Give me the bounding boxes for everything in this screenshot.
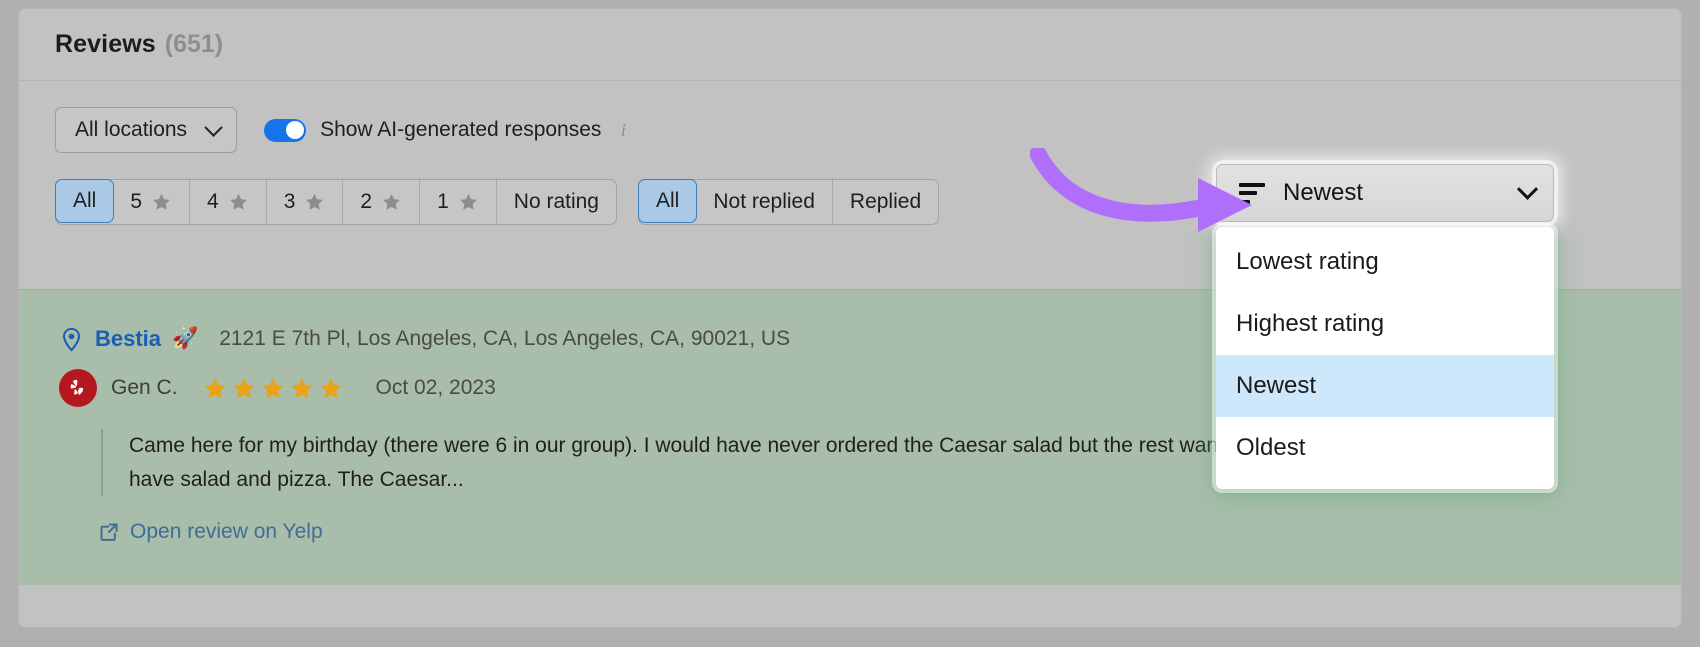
sort-option-highest-rating[interactable]: Highest rating	[1216, 293, 1554, 355]
star-icon	[306, 193, 324, 210]
rating-filter-no-rating[interactable]: No rating	[497, 180, 616, 224]
rating-filter-3[interactable]: 3	[267, 180, 344, 224]
chevron-down-icon	[1516, 178, 1539, 200]
rating-filter-5[interactable]: 5	[113, 180, 191, 224]
reply-filter-not-replied[interactable]: Not replied	[696, 180, 833, 224]
rating-filter-4[interactable]: 4	[190, 180, 267, 224]
external-link-icon	[100, 523, 118, 542]
sort-option-oldest[interactable]: Oldest	[1216, 417, 1554, 479]
star-icon	[291, 377, 312, 398]
reviews-count: (651)	[164, 30, 224, 58]
rating-stars	[202, 376, 344, 401]
rating-filter-label: 3	[283, 190, 296, 213]
ai-responses-toggle[interactable]	[264, 118, 307, 142]
review-date: Oct 02, 2023	[375, 376, 496, 399]
open-review-link-label: Open review on Yelp	[130, 520, 323, 544]
panel-header: Reviews (651)	[19, 9, 1681, 81]
rating-filter-2[interactable]: 2	[343, 180, 421, 224]
yelp-logo-icon	[59, 369, 97, 407]
star-icon	[459, 193, 477, 210]
review-text: Came here for my birthday (there were 6 …	[101, 429, 1281, 497]
star-icon	[204, 377, 225, 398]
ai-responses-toggle-group: Show AI-generated responses i	[264, 118, 631, 142]
location-select-value: All locations	[75, 118, 188, 141]
location-pin-icon	[62, 327, 81, 352]
rating-filter-1[interactable]: 1	[420, 180, 497, 224]
rating-filter-label: 1	[437, 190, 449, 213]
business-address: 2121 E 7th Pl, Los Angeles, CA, Los Ange…	[219, 327, 791, 350]
star-icon	[383, 193, 400, 210]
page-title: Reviews	[55, 30, 156, 58]
rating-filter-group: All 5 4 3 2 1 No rating	[55, 179, 617, 225]
rocket-icon: 🚀	[172, 327, 199, 350]
star-icon	[229, 193, 247, 210]
sort-descending-icon	[1239, 182, 1265, 204]
chevron-down-icon	[204, 117, 223, 137]
business-name[interactable]: Bestia	[95, 326, 161, 352]
rating-filter-label: 2	[360, 190, 373, 213]
sort-value: Newest	[1283, 179, 1364, 206]
sort-dropdown-menu: Lowest rating Highest rating Newest Oldest	[1216, 227, 1554, 489]
sort-option-lowest-rating[interactable]: Lowest rating	[1216, 231, 1554, 293]
star-icon	[153, 193, 170, 210]
reply-filter-replied[interactable]: Replied	[833, 180, 938, 224]
location-select[interactable]: All locations	[55, 107, 238, 153]
rating-filter-label: All	[73, 189, 97, 212]
sort-option-newest[interactable]: Newest	[1216, 355, 1554, 417]
toolbar-row-primary: All locations Show AI-generated response…	[55, 107, 1645, 153]
sort-dropdown-button[interactable]: Newest	[1216, 164, 1554, 222]
open-review-link[interactable]: Open review on Yelp	[99, 520, 1641, 544]
ai-responses-label: Show AI-generated responses	[320, 118, 602, 141]
rating-filter-label: No rating	[513, 190, 599, 213]
reply-filter-all[interactable]: All	[638, 179, 698, 223]
rating-filter-all[interactable]: All	[55, 179, 115, 223]
reviewer-name: Gen C.	[111, 376, 178, 399]
rating-filter-label: 4	[207, 190, 219, 213]
star-icon	[233, 377, 254, 398]
star-icon	[262, 377, 283, 398]
toggle-knob	[285, 121, 304, 139]
info-icon[interactable]: i	[615, 120, 631, 140]
star-icon	[320, 377, 341, 398]
reply-filter-group: All Not replied Replied	[638, 179, 940, 225]
rating-filter-label: 5	[130, 190, 143, 213]
screenshot-root: Reviews (651) All locations Show AI-gene…	[0, 0, 1700, 647]
